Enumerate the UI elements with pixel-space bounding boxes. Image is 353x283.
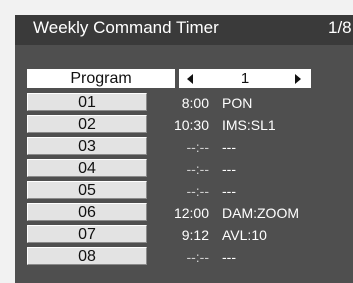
command-name: DAM:ZOOM: [222, 205, 299, 221]
program-row: Program 1: [27, 69, 311, 88]
triangle-right-icon[interactable]: [295, 74, 301, 84]
command-time: --:--: [186, 183, 209, 199]
command-row: 07 9:12 AVL:10: [27, 224, 347, 246]
command-name: ---: [222, 249, 236, 265]
program-label: Program: [27, 69, 175, 88]
command-time: --:--: [186, 139, 209, 155]
command-name: PON: [222, 95, 253, 111]
command-name: AVL:10: [222, 227, 267, 243]
weekly-command-timer-panel: Weekly Command Timer 1/8 Program 1 01 8:…: [15, 15, 353, 283]
program-selector[interactable]: 1: [179, 69, 311, 88]
command-row: 06 12:00 DAM:ZOOM: [27, 202, 347, 224]
command-name: IMS:SL1: [222, 117, 276, 133]
command-time: --:--: [186, 161, 209, 177]
command-number-button[interactable]: 04: [27, 159, 147, 177]
page-indicator: 1/8: [328, 18, 352, 37]
command-row: 05 --:-- ---: [27, 180, 347, 202]
command-name: ---: [222, 139, 236, 155]
command-time: 10:30: [173, 117, 209, 133]
command-time: 9:12: [181, 227, 209, 243]
command-number-button[interactable]: 02: [27, 115, 147, 133]
command-row: 02 10:30 IMS:SL1: [27, 114, 347, 136]
panel-title: Weekly Command Timer: [33, 18, 219, 37]
command-row: 08 --:-- ---: [27, 246, 347, 268]
command-number-button[interactable]: 05: [27, 181, 147, 199]
command-time: --:--: [186, 249, 209, 265]
command-number-button[interactable]: 07: [27, 225, 147, 243]
command-number-button[interactable]: 01: [27, 93, 147, 111]
command-row: 03 --:-- ---: [27, 136, 347, 158]
command-list: 01 8:00 PON 02 10:30 IMS:SL1 03 --:-- --…: [27, 92, 347, 268]
command-name: ---: [222, 183, 236, 199]
command-time: 8:00: [181, 95, 209, 111]
command-number-button[interactable]: 06: [27, 203, 147, 221]
command-number-button[interactable]: 08: [27, 247, 147, 265]
command-row: 04 --:-- ---: [27, 158, 347, 180]
command-time: 12:00: [173, 205, 209, 221]
program-value: 1: [240, 70, 250, 87]
command-name: ---: [222, 161, 236, 177]
command-row: 01 8:00 PON: [27, 92, 347, 114]
panel-header: Weekly Command Timer 1/8: [15, 15, 353, 45]
command-number-button[interactable]: 03: [27, 137, 147, 155]
